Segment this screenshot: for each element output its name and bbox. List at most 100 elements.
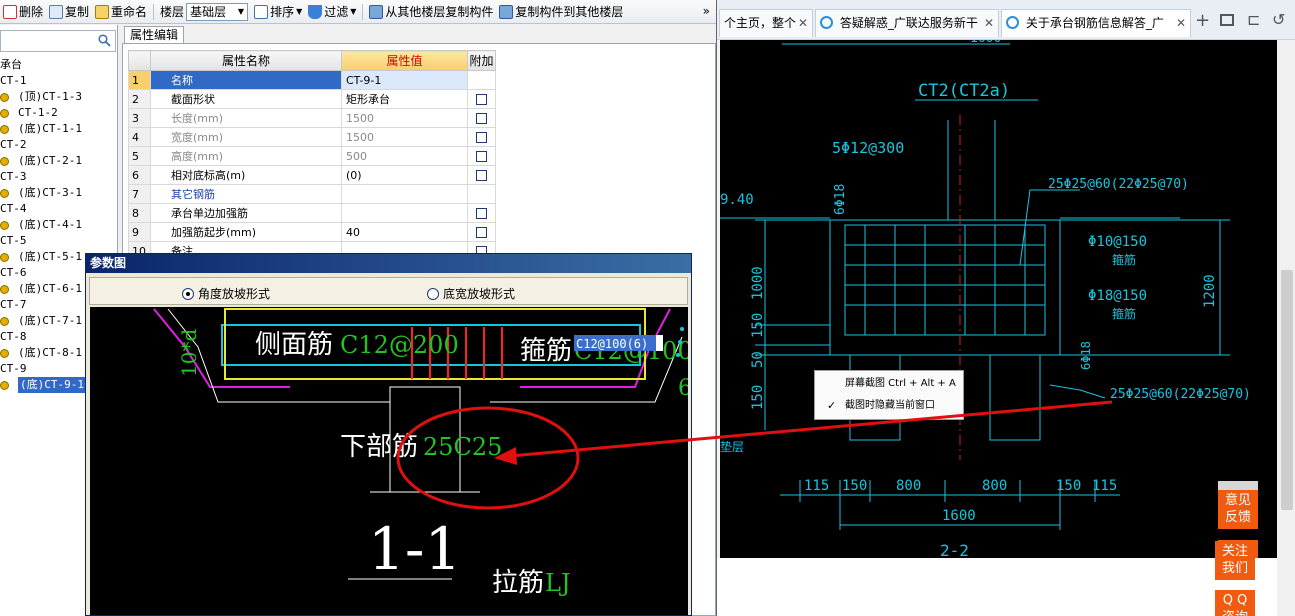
feedback-button[interactable]: 意见 反馈 bbox=[1218, 490, 1258, 529]
filter-button[interactable]: 过滤 ▼ bbox=[305, 1, 359, 23]
bottom-rebar-value: 25C25 bbox=[423, 433, 502, 461]
tree-item[interactable]: (底)CT-4-1 bbox=[0, 217, 118, 233]
property-row[interactable]: 4 宽度(mm) 1500 bbox=[128, 127, 496, 147]
property-row[interactable]: 7 其它钢筋 bbox=[128, 184, 496, 204]
stirrup-input-text[interactable]: C12@100(6) bbox=[576, 337, 648, 351]
close-icon[interactable]: ✕ bbox=[798, 10, 808, 36]
component-gear-icon bbox=[0, 93, 9, 102]
property-value[interactable] bbox=[341, 203, 468, 223]
browser-tab-qa[interactable]: 答疑解惑_广联达服务新干 ✕ bbox=[815, 9, 999, 37]
edge-number: 6 bbox=[678, 376, 688, 401]
property-value[interactable] bbox=[341, 184, 468, 204]
property-name: 其它钢筋 bbox=[150, 184, 342, 204]
scrollbar-thumb[interactable] bbox=[1281, 270, 1293, 510]
property-row[interactable]: 3 长度(mm) 1500 bbox=[128, 108, 496, 128]
ctx-item-screenshot[interactable]: 屏幕截图 Ctrl + Alt + A bbox=[815, 374, 963, 394]
property-row[interactable]: 1 名称 CT-9-1 bbox=[128, 70, 496, 90]
tree-item[interactable]: CT-1 bbox=[0, 73, 118, 89]
property-row[interactable]: 2 截面形状 矩形承台 bbox=[128, 89, 496, 109]
new-tab-button[interactable]: + bbox=[1195, 10, 1210, 31]
qq-consult-button[interactable]: Q Q 咨询 bbox=[1215, 590, 1255, 616]
tab-overview-icon[interactable] bbox=[1220, 14, 1234, 26]
tree-item[interactable]: (底)CT-3-1 bbox=[0, 185, 118, 201]
vertical-scrollbar[interactable] bbox=[1278, 40, 1295, 616]
cad-drawing-svg: 1600 CT2(CT2a) 5Φ12@300 9.40 25Φ25@60(22… bbox=[720, 40, 1251, 558]
property-value[interactable]: 矩形承台 bbox=[341, 89, 468, 109]
tree-item[interactable]: 承台 bbox=[0, 57, 118, 73]
ctx-item-hide-window[interactable]: ✓ 截图时隐藏当前窗口 bbox=[815, 396, 963, 416]
property-value[interactable]: 1500 bbox=[341, 127, 468, 147]
property-extra-cell bbox=[467, 108, 496, 128]
tree-item[interactable]: CT-1-2 bbox=[0, 105, 118, 121]
property-value[interactable]: (0) bbox=[341, 165, 468, 185]
browser-tab-home[interactable]: 个主页，整个 ✕ bbox=[719, 9, 813, 37]
component-gear-icon bbox=[0, 285, 9, 294]
property-value[interactable]: 1500 bbox=[341, 108, 468, 128]
delete-button[interactable]: 删除 bbox=[0, 1, 46, 23]
rename-button[interactable]: 重命名 bbox=[92, 1, 150, 23]
property-value[interactable]: CT-9-1 bbox=[341, 70, 468, 90]
tree-item[interactable]: (顶)CT-1-3 bbox=[0, 89, 118, 105]
tree-item-label: 承台 bbox=[0, 58, 22, 71]
dialog-title[interactable]: 参数图 bbox=[86, 254, 691, 273]
extra-checkbox[interactable] bbox=[476, 113, 487, 124]
radio-angle-slope[interactable]: 角度放坡形式 bbox=[182, 285, 270, 302]
toolbar-separator bbox=[362, 3, 364, 20]
close-icon[interactable]: ✕ bbox=[1176, 10, 1186, 36]
property-row-number: 7 bbox=[128, 184, 151, 204]
tree-item[interactable]: CT-3 bbox=[0, 169, 118, 185]
cad-stirrup-2: Φ18@150 bbox=[1088, 288, 1147, 304]
component-gear-icon bbox=[0, 381, 9, 390]
extra-checkbox[interactable] bbox=[476, 151, 487, 162]
tree-item[interactable]: (底)CT-1-1 bbox=[0, 121, 118, 137]
undo-icon[interactable]: ↺ bbox=[1272, 10, 1285, 29]
extra-checkbox[interactable] bbox=[476, 94, 487, 105]
copy-from-floor-button[interactable]: 从其他楼层复制构件 bbox=[366, 1, 496, 23]
property-extra-cell bbox=[467, 222, 496, 242]
sort-button[interactable]: 排序 ▼ bbox=[251, 1, 305, 23]
tree-item[interactable]: CT-5 bbox=[0, 233, 118, 249]
floor-select[interactable]: 基础层 ▼ bbox=[186, 2, 249, 21]
radio-checked-icon bbox=[182, 287, 194, 300]
extra-checkbox[interactable] bbox=[476, 227, 487, 238]
extra-checkbox[interactable] bbox=[476, 208, 487, 219]
radio-width-slope[interactable]: 底宽放坡形式 bbox=[427, 285, 515, 302]
restore-icon[interactable]: ⊏ bbox=[1247, 10, 1260, 29]
property-row[interactable]: 5 高度(mm) 500 bbox=[128, 146, 496, 166]
tree-item[interactable]: CT-2 bbox=[0, 137, 118, 153]
copy-button[interactable]: 复制 bbox=[46, 1, 92, 23]
tree-item-label: CT-1 bbox=[0, 74, 27, 87]
follow-us-button-lower[interactable]: 关注 我们 bbox=[1215, 541, 1255, 580]
property-value[interactable]: 500 bbox=[341, 146, 468, 166]
toolbar-overflow-button[interactable]: » bbox=[703, 4, 710, 18]
property-row-number: 6 bbox=[128, 165, 151, 185]
extra-checkbox[interactable] bbox=[476, 132, 487, 143]
tree-item-label: CT-2 bbox=[0, 138, 27, 151]
component-gear-icon bbox=[0, 189, 9, 198]
cad-stirrup-1-note: 箍筋 bbox=[1112, 252, 1136, 267]
parameter-drawing[interactable]: 侧面筋 C12@200 箍筋 C12@100( C12@100(6) 下部筋 2… bbox=[90, 307, 688, 615]
property-row[interactable]: 8 承台单边加强筋 bbox=[128, 203, 496, 223]
check-icon: ✓ bbox=[827, 399, 837, 412]
cad-bottom-dim-3: 800 bbox=[896, 478, 921, 494]
property-row[interactable]: 9 加强筋起步(mm) 40 bbox=[128, 222, 496, 242]
dim-vertical-label: 10*d bbox=[177, 329, 201, 377]
tree-search-input[interactable] bbox=[0, 30, 116, 52]
close-icon[interactable]: ✕ bbox=[984, 10, 994, 36]
property-row[interactable]: 6 相对底标高(m) (0) bbox=[128, 165, 496, 185]
browser-tab-active[interactable]: 关于承台钢筋信息解答_广 ✕ bbox=[1001, 9, 1191, 37]
property-extra-cell bbox=[467, 203, 496, 223]
browser-favicon-icon bbox=[820, 16, 833, 29]
property-value[interactable]: 40 bbox=[341, 222, 468, 242]
tree-item[interactable]: (底)CT-2-1 bbox=[0, 153, 118, 169]
cad-cushion: 垫层 bbox=[720, 439, 744, 454]
component-gear-icon bbox=[0, 125, 9, 134]
extra-checkbox[interactable] bbox=[476, 170, 487, 181]
search-icon[interactable] bbox=[98, 34, 111, 47]
tree-item[interactable]: CT-4 bbox=[0, 201, 118, 217]
parameter-drawing-svg: 侧面筋 C12@200 箍筋 C12@100( C12@100(6) 下部筋 2… bbox=[153, 308, 688, 598]
chevron-down-icon: ▼ bbox=[350, 7, 357, 16]
copy-to-floor-button[interactable]: 复制构件到其他楼层 bbox=[496, 1, 626, 23]
cad-title: CT2(CT2a) bbox=[918, 81, 1010, 101]
tab-property-editor[interactable]: 属性编辑 bbox=[124, 26, 184, 44]
